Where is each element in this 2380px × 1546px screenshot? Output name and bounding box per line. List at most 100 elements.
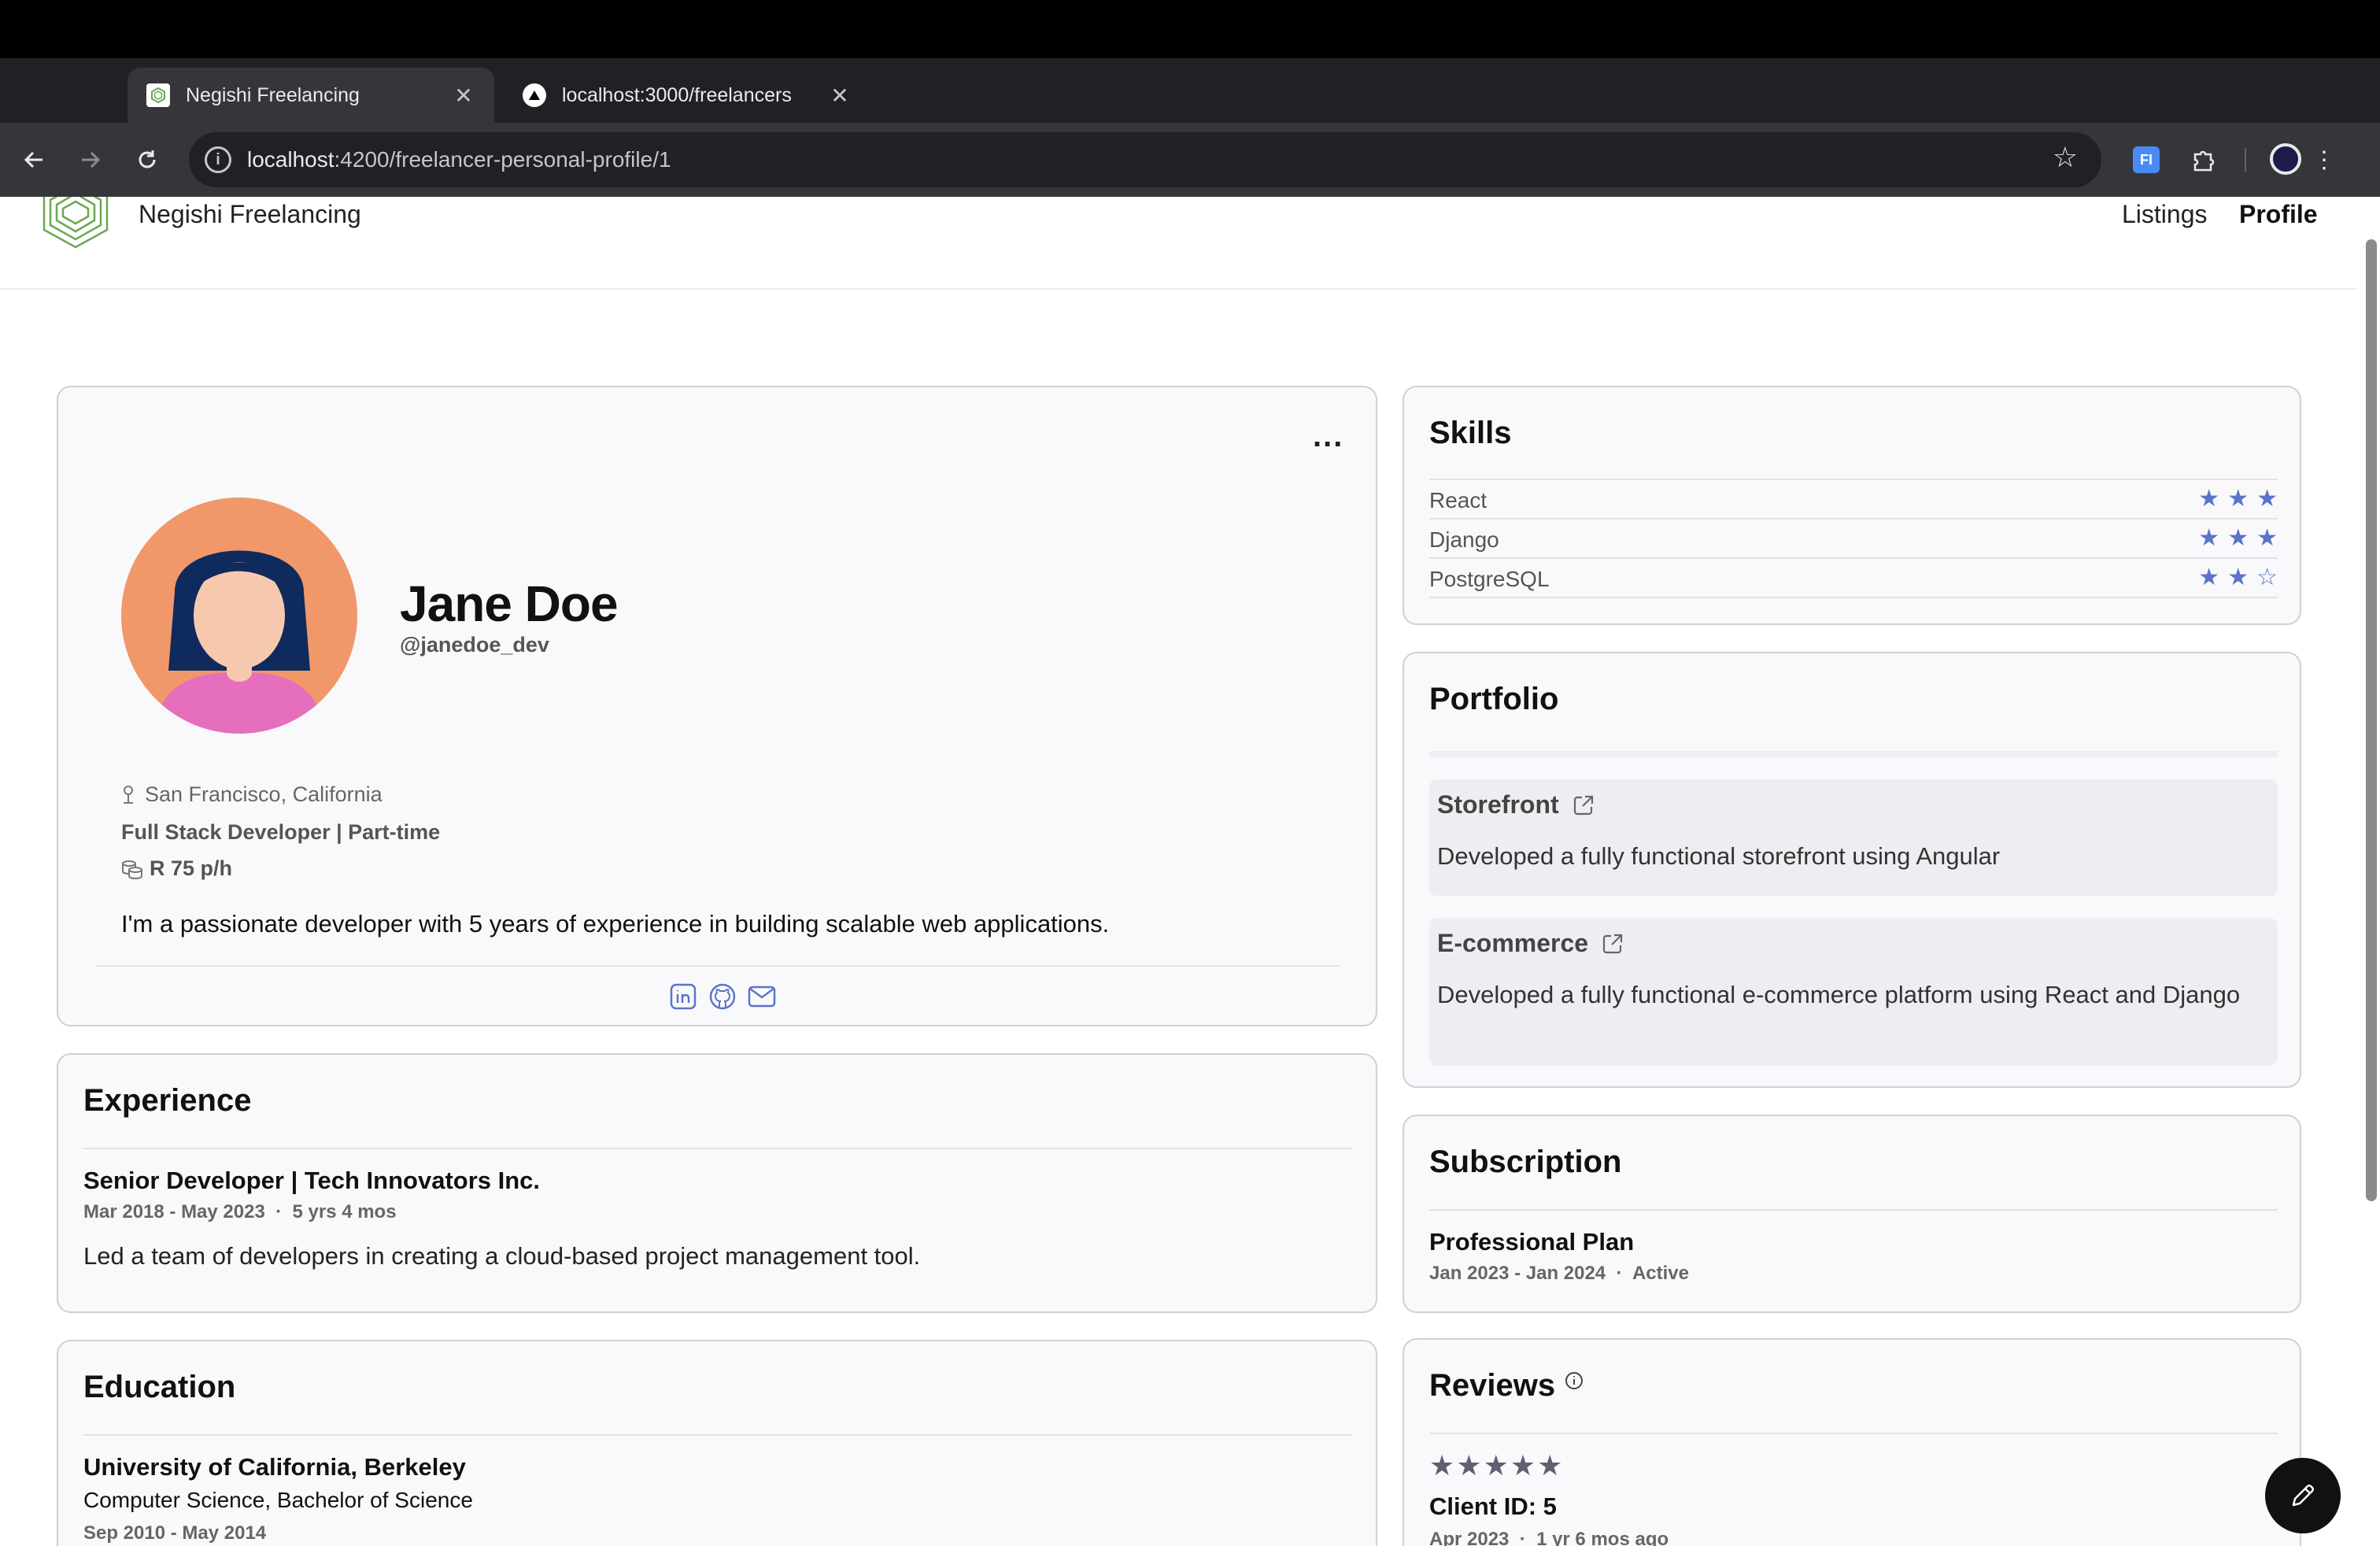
close-icon[interactable]: ✕ xyxy=(828,83,852,109)
negishi-logo-icon xyxy=(42,197,109,249)
reviews-card: Reviews ★ ★ ★ ★ ★ Client ID: 5 Apr 2023 … xyxy=(1402,1338,2301,1546)
hourly-rate: R 75 p/h xyxy=(121,856,232,881)
skill-row: PostgreSQL ★ ★ ☆ xyxy=(1429,559,2278,598)
subscription-plan: Professional Plan xyxy=(1429,1228,1635,1256)
subscription-card: Subscription Professional Plan Jan 2023 … xyxy=(1402,1115,2301,1313)
extensions-puzzle-icon[interactable] xyxy=(2184,140,2223,179)
pencil-icon xyxy=(2292,1485,2314,1507)
nav-listings[interactable]: Listings xyxy=(2122,200,2208,229)
profile-avatar-icon[interactable] xyxy=(2270,143,2301,175)
skill-rating: ★ ★ ★ xyxy=(2198,485,2278,513)
skill-name: PostgreSQL xyxy=(1429,567,1550,591)
close-icon[interactable]: ✕ xyxy=(452,83,475,109)
social-links xyxy=(669,982,776,1011)
star-filled-icon: ★ xyxy=(1537,1449,1563,1481)
tab-title: Negishi Freelancing xyxy=(186,83,360,106)
divider xyxy=(1429,1209,2278,1211)
divider xyxy=(83,1148,1352,1149)
star-filled-icon: ★ xyxy=(2227,525,2249,551)
star-filled-icon: ★ xyxy=(2198,564,2220,590)
url-text[interactable]: localhost:4200/freelancer-personal-profi… xyxy=(247,147,671,172)
education-title: Education xyxy=(83,1370,236,1404)
star-filled-icon: ★ xyxy=(2198,525,2220,551)
role-text: Full Stack Developer | Part-time xyxy=(121,820,441,844)
education-school: University of California, Berkeley xyxy=(83,1453,466,1481)
experience-title: Experience xyxy=(83,1083,252,1118)
star-filled-icon: ★ xyxy=(2256,525,2278,551)
tab-freelancers[interactable]: localhost:3000/freelancers ✕ xyxy=(504,68,870,123)
portfolio-item-name: Storefront xyxy=(1437,790,1559,819)
tab-title: localhost:3000/freelancers xyxy=(562,83,792,106)
site-info-icon[interactable]: i xyxy=(205,146,231,173)
location: San Francisco, California xyxy=(121,782,382,807)
external-link-icon[interactable] xyxy=(1572,793,1595,817)
tab-strip: Negishi Freelancing ✕ localhost:3000/fre… xyxy=(0,58,2380,168)
os-menu-bar xyxy=(0,0,2380,58)
skills-card: Skills React ★ ★ ★ Django ★ ★ ★ PostgreS… xyxy=(1402,386,2301,625)
more-options-button[interactable]: ... xyxy=(1313,419,1343,454)
profile-card: ... Jane Doe @janedoe_dev San Francisco,… xyxy=(57,386,1377,1026)
bio-text: I'm a passionate developer with 5 years … xyxy=(121,910,1110,938)
forward-arrow-icon[interactable] xyxy=(72,142,109,178)
subscription-dates: Jan 2023 - Jan 2024 xyxy=(1429,1263,1606,1284)
back-arrow-icon[interactable] xyxy=(16,142,52,178)
portfolio-item-title[interactable]: Storefront xyxy=(1437,790,1595,819)
location-text: San Francisco, California xyxy=(145,782,382,806)
nav-profile[interactable]: Profile xyxy=(2239,200,2318,229)
experience-dates: Mar 2018 - May 2023 xyxy=(83,1201,265,1222)
github-icon[interactable] xyxy=(708,982,737,1011)
avatar xyxy=(121,497,357,734)
profile-name: Jane Doe xyxy=(400,575,619,632)
skills-title: Skills xyxy=(1429,416,1512,450)
skill-name: React xyxy=(1429,488,1488,512)
education-card: Education University of California, Berk… xyxy=(57,1340,1377,1546)
linkedin-icon[interactable] xyxy=(669,982,697,1011)
bookmark-star-icon[interactable]: ☆ xyxy=(2053,143,2078,172)
separator-dot: · xyxy=(1514,1529,1532,1546)
scrollbar-thumb[interactable] xyxy=(2366,239,2377,1201)
portfolio-item[interactable]: E-commerce Developed a fully functional … xyxy=(1429,918,2278,1066)
star-filled-icon: ★ xyxy=(1456,1449,1482,1481)
experience-role: Senior Developer | Tech Innovators Inc. xyxy=(83,1167,541,1194)
star-empty-icon: ☆ xyxy=(2256,564,2278,590)
subscription-status: Active xyxy=(1632,1263,1689,1284)
location-pin-icon xyxy=(124,785,133,804)
app-header: Negishi Freelancing Listings Profile xyxy=(0,197,2356,290)
skill-row: Django ★ ★ ★ xyxy=(1429,520,2278,559)
review-rating: ★ ★ ★ ★ ★ xyxy=(1429,1452,1562,1480)
extension-fi-icon[interactable]: FI xyxy=(2133,146,2160,173)
star-filled-icon: ★ xyxy=(2256,486,2278,512)
page-viewport: Negishi Freelancing Listings Profile ...… xyxy=(0,197,2380,1546)
more-vertical-icon[interactable]: ⋮ xyxy=(2304,140,2344,179)
experience-duration: 5 yrs 4 mos xyxy=(292,1201,397,1222)
star-filled-icon: ★ xyxy=(1510,1449,1536,1481)
rate-text: R 75 p/h xyxy=(150,856,233,880)
info-icon[interactable] xyxy=(1565,1371,1584,1390)
experience-description: Led a team of developers in creating a c… xyxy=(83,1242,921,1270)
skill-name: Django xyxy=(1429,527,1499,552)
external-link-icon[interactable] xyxy=(1601,932,1624,956)
review-date: Apr 2023 xyxy=(1429,1529,1510,1546)
address-bar[interactable]: i localhost:4200/freelancer-personal-pro… xyxy=(189,132,2101,187)
portfolio-item-title[interactable]: E-commerce xyxy=(1437,929,1624,958)
edit-profile-button[interactable] xyxy=(2265,1458,2341,1533)
reload-icon[interactable] xyxy=(129,142,165,178)
mail-icon[interactable] xyxy=(748,982,776,1011)
separator-dot: · xyxy=(1610,1263,1628,1284)
brand-name[interactable]: Negishi Freelancing xyxy=(139,200,361,229)
reviews-title: Reviews xyxy=(1429,1368,1556,1403)
star-filled-icon: ★ xyxy=(2227,486,2249,512)
separator-dot: · xyxy=(270,1201,287,1222)
experience-meta: Mar 2018 - May 2023 · 5 yrs 4 mos xyxy=(83,1201,397,1223)
review-ago: 1 yr 6 mos ago xyxy=(1536,1529,1669,1546)
subscription-meta: Jan 2023 - Jan 2024 · Active xyxy=(1429,1263,1689,1285)
browser-toolbar: i localhost:4200/freelancer-personal-pro… xyxy=(0,123,2380,197)
toolbar-divider xyxy=(2245,148,2246,172)
star-filled-icon: ★ xyxy=(2227,564,2249,590)
portfolio-item[interactable]: Storefront Developed a fully functional … xyxy=(1429,779,2278,896)
divider xyxy=(83,1434,1352,1436)
portfolio-card: Portfolio Storefront Developed a fully f… xyxy=(1402,652,2301,1088)
skill-rating: ★ ★ ★ xyxy=(2198,524,2278,553)
review-meta: Apr 2023 · 1 yr 6 mos ago xyxy=(1429,1529,1669,1546)
tab-negishi[interactable]: Negishi Freelancing ✕ xyxy=(128,68,494,123)
